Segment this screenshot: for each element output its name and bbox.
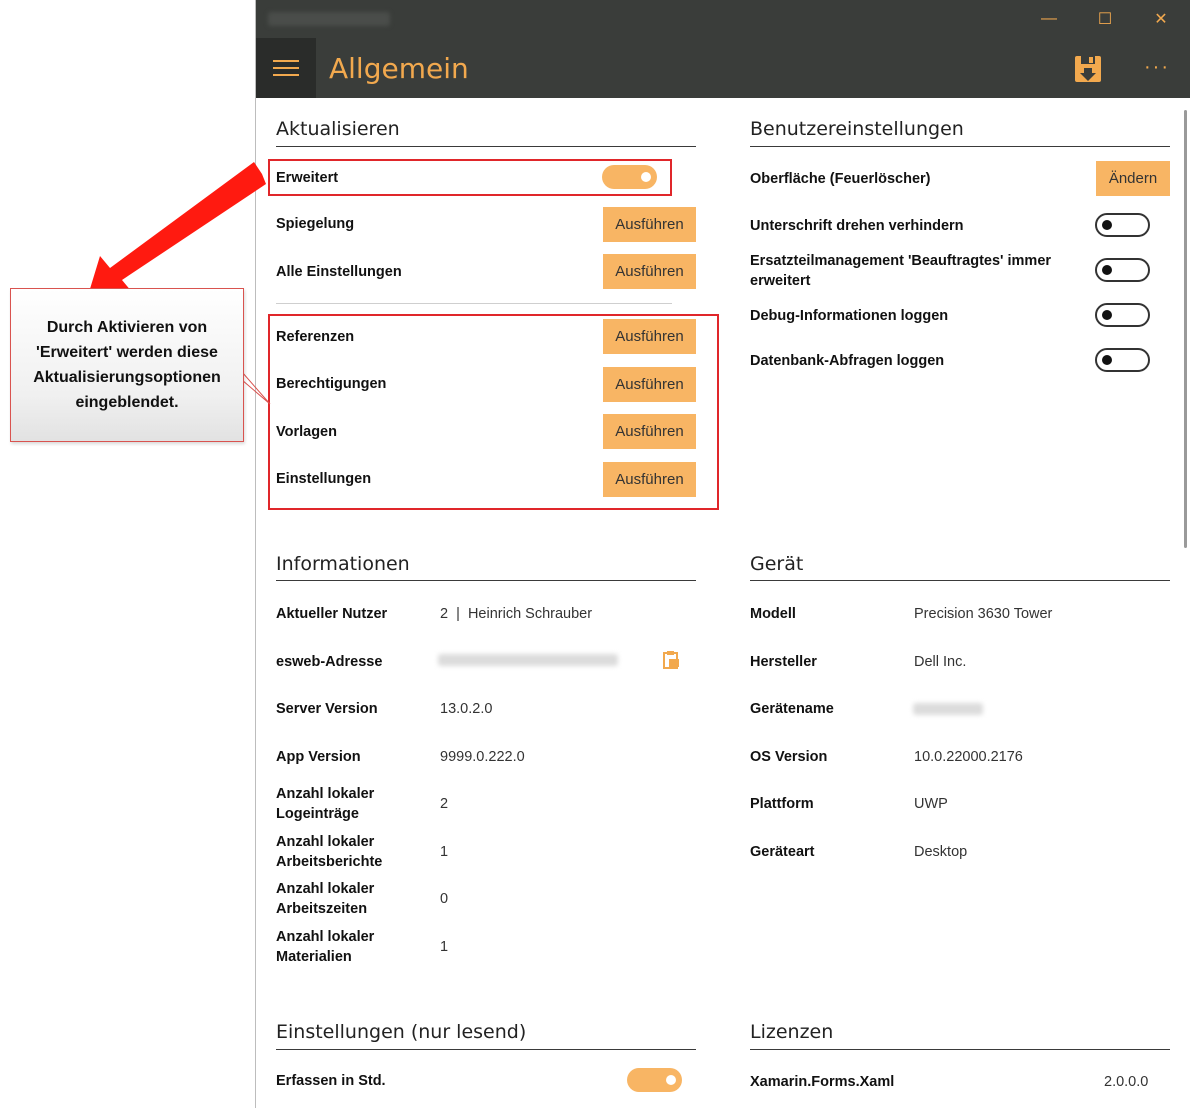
run-all-settings-button[interactable]: Ausführen: [603, 254, 696, 289]
section-title-update: Aktualisieren: [276, 118, 400, 140]
window-title-redacted: [268, 12, 390, 26]
toggle-label-signature: Unterschrift drehen verhindern: [750, 218, 964, 234]
info-label-app-version: App Version: [276, 749, 361, 765]
section-title-readonly-settings: Einstellungen (nur lesend): [276, 1021, 527, 1043]
update-label-settings: Einstellungen: [276, 471, 372, 487]
info-value-log-entries: 2: [440, 796, 449, 812]
app-window: — ☐ ✕ Allgemein ··· Aktualisieren Erweit…: [255, 0, 1190, 1108]
device-label-platform: Plattform: [750, 796, 814, 812]
info-value-work-times: 0: [440, 891, 449, 907]
section-divider: [276, 146, 696, 147]
minimize-button[interactable]: —: [1021, 0, 1077, 38]
toggle-label-debug: Debug-Informationen loggen: [750, 308, 949, 324]
update-divider: [276, 303, 672, 304]
device-label-name: Gerätename: [750, 701, 834, 717]
vertical-scrollbar[interactable]: [1184, 110, 1187, 548]
copy-clipboard-icon[interactable]: [661, 650, 681, 670]
minimize-icon: —: [1041, 10, 1057, 27]
run-templates-button[interactable]: Ausführen: [603, 414, 696, 449]
change-surface-button[interactable]: Ändern: [1096, 161, 1170, 196]
info-value-materials: 1: [440, 939, 449, 955]
info-value-app-version: 9999.0.222.0: [440, 749, 525, 765]
surface-label: Oberfläche (Feuerlöscher): [750, 171, 931, 187]
toggle-db-queries[interactable]: [1095, 348, 1150, 372]
section-title-user-settings: Benutzereinstellungen: [750, 118, 964, 140]
info-label-work-reports: Anzahl lokaler Arbeitsberichte: [276, 834, 383, 870]
section-title-licenses: Lizenzen: [750, 1021, 834, 1043]
close-button[interactable]: ✕: [1133, 0, 1189, 38]
license-value-xamarin: 2.0.0.0: [1104, 1074, 1149, 1090]
title-bar: — ☐ ✕: [256, 0, 1190, 38]
update-label-all-settings: Alle Einstellungen: [276, 264, 402, 280]
info-label-server-version: Server Version: [276, 701, 378, 717]
device-label-model: Modell: [750, 606, 796, 622]
device-value-platform: UWP: [914, 796, 948, 812]
info-label-esweb-address: esweb-Adresse: [276, 654, 383, 670]
callout-text: Durch Aktivieren von 'Erweitert' werden …: [33, 319, 221, 411]
section-divider: [750, 1049, 1170, 1050]
app-header: Allgemein ···: [256, 38, 1190, 98]
info-value-current-user: 2 | Heinrich Schrauber: [440, 606, 593, 622]
device-value-model: Precision 3630 Tower: [914, 606, 1053, 622]
expanded-label: Erweitert: [276, 170, 339, 186]
readonly-label-hours: Erfassen in Std.: [276, 1073, 386, 1089]
update-label-templates: Vorlagen: [276, 424, 337, 440]
close-icon: ✕: [1154, 11, 1168, 28]
update-label-permissions: Berechtigungen: [276, 376, 387, 392]
device-value-manufacturer: Dell Inc.: [914, 654, 967, 670]
toggle-label-spare-parts: Ersatzteilmanagement 'Beauftragtes' imme…: [750, 253, 1052, 289]
info-label-log-entries: Anzahl lokaler Logeinträge: [276, 786, 375, 822]
toggle-spare-parts[interactable]: [1095, 258, 1150, 282]
maximize-icon: ☐: [1097, 11, 1113, 28]
readonly-toggle-hours: [627, 1068, 682, 1092]
device-value-type: Desktop: [914, 844, 968, 860]
annotation-callout: Durch Aktivieren von 'Erweitert' werden …: [10, 288, 244, 442]
toggle-signature[interactable]: [1095, 213, 1150, 237]
esweb-address-redacted: [438, 654, 618, 666]
section-title-device: Gerät: [750, 553, 804, 575]
run-references-button[interactable]: Ausführen: [603, 319, 696, 354]
hamburger-icon-line: [273, 60, 299, 62]
info-value-server-version: 13.0.2.0: [440, 701, 493, 717]
page-title: Allgemein: [329, 52, 469, 85]
info-label-current-user: Aktueller Nutzer: [276, 606, 388, 622]
device-label-manufacturer: Hersteller: [750, 654, 817, 670]
run-settings-button[interactable]: Ausführen: [603, 462, 696, 497]
hamburger-icon-line: [273, 74, 299, 76]
device-value-os-version: 10.0.22000.2176: [914, 749, 1023, 765]
annotation-arrow: [86, 162, 266, 302]
section-divider: [276, 1049, 696, 1050]
save-download-icon[interactable]: [1073, 54, 1103, 84]
section-divider: [750, 580, 1170, 581]
device-name-redacted: [913, 703, 983, 715]
toggle-debug[interactable]: [1095, 303, 1150, 327]
device-label-os-version: OS Version: [750, 749, 828, 765]
info-value-work-reports: 1: [440, 844, 449, 860]
hamburger-icon-line: [273, 67, 299, 69]
toggle-label-db-queries: Datenbank-Abfragen loggen: [750, 353, 945, 369]
more-options-button[interactable]: ···: [1144, 56, 1170, 79]
update-label-mirroring: Spiegelung: [276, 216, 355, 232]
info-label-work-times: Anzahl lokaler Arbeitszeiten: [276, 881, 375, 917]
expanded-toggle[interactable]: [602, 165, 657, 189]
section-title-info: Informationen: [276, 553, 410, 575]
license-label-xamarin: Xamarin.Forms.Xaml: [750, 1074, 895, 1090]
update-label-references: Referenzen: [276, 329, 355, 345]
run-mirroring-button[interactable]: Ausführen: [603, 207, 696, 242]
section-divider: [276, 580, 696, 581]
maximize-button[interactable]: ☐: [1077, 0, 1133, 38]
info-label-materials: Anzahl lokaler Materialien: [276, 929, 375, 965]
device-label-type: Geräteart: [750, 844, 815, 860]
hamburger-menu-button[interactable]: [256, 38, 316, 98]
run-permissions-button[interactable]: Ausführen: [603, 367, 696, 402]
section-divider: [750, 146, 1170, 147]
